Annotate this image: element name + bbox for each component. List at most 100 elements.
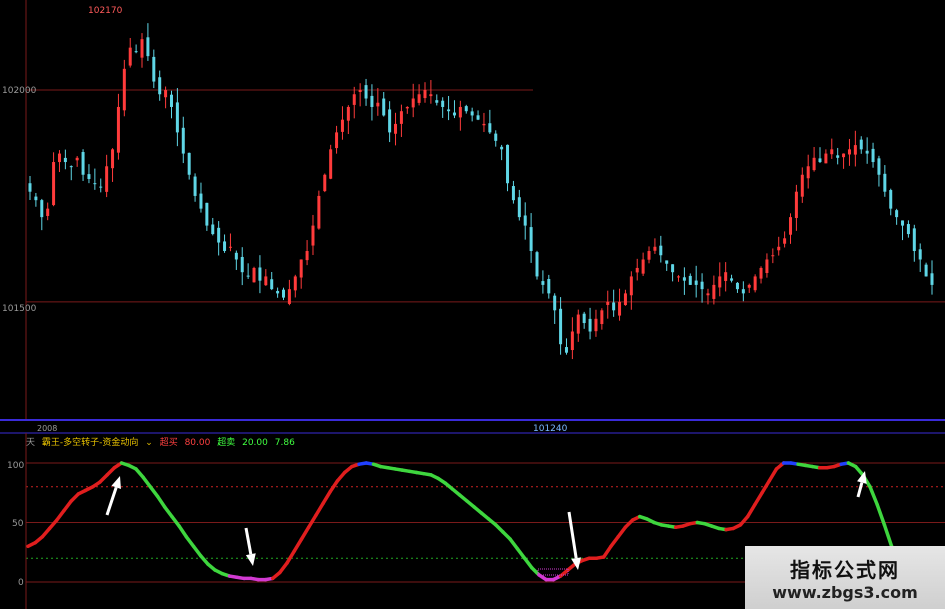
- candle-body: [452, 112, 456, 116]
- candle-body: [777, 246, 781, 251]
- candle-body: [600, 310, 604, 325]
- chevron-down-icon[interactable]: ⌄: [145, 438, 153, 448]
- candle-body: [164, 90, 168, 98]
- candle-body: [458, 106, 462, 118]
- candle-body: [618, 301, 622, 316]
- candle-body: [234, 252, 238, 260]
- candle-body: [358, 90, 362, 92]
- candle-body: [588, 318, 592, 332]
- candle-body: [63, 157, 67, 163]
- candle-body: [246, 275, 250, 277]
- indicator-segment: [616, 525, 628, 539]
- indicator-segment: [314, 501, 325, 518]
- date-label: 2008: [37, 424, 57, 433]
- indicator-segment: [760, 479, 772, 495]
- candle-body: [553, 295, 557, 311]
- indicator-segment: [170, 514, 181, 528]
- candle-body: [606, 301, 610, 305]
- candle-body: [122, 68, 126, 111]
- candle-body: [305, 251, 309, 261]
- candle-body: [105, 166, 109, 192]
- candle-body: [789, 217, 793, 235]
- indicator-segment: [601, 544, 613, 559]
- candle-body: [847, 149, 851, 155]
- candle-body: [523, 215, 527, 226]
- indicator-segment: [522, 556, 534, 570]
- candle-body: [464, 106, 468, 112]
- high-price-annotation: 102170: [88, 6, 123, 16]
- candle-body: [146, 37, 150, 57]
- candle-body: [747, 284, 751, 288]
- candle-body: [205, 202, 209, 226]
- candle-body: [293, 276, 297, 291]
- candle-body: [364, 85, 368, 99]
- indicator-segment: [299, 525, 311, 541]
- candle-body: [116, 106, 120, 153]
- signal-arrow-shaft: [567, 511, 578, 559]
- indicator-segment: [321, 489, 333, 506]
- candle-body: [376, 102, 380, 107]
- indicator-segment: [148, 485, 160, 499]
- candle-body: [564, 347, 568, 353]
- candle-body: [187, 152, 191, 175]
- candle-body: [594, 318, 598, 332]
- candle-body: [34, 196, 38, 201]
- candle-body: [111, 149, 115, 169]
- candle-body: [470, 111, 474, 116]
- candle-body: [447, 109, 451, 112]
- candle-body: [494, 133, 498, 141]
- candle-body: [706, 293, 710, 296]
- candle-body: [476, 115, 480, 120]
- candle-body: [629, 276, 633, 296]
- indicator-segment: [155, 494, 167, 509]
- candle-body: [87, 174, 91, 179]
- signal-arrow-shaft: [244, 527, 253, 555]
- candle-body: [877, 158, 881, 175]
- candle-body: [57, 153, 61, 163]
- candle-body: [193, 176, 197, 196]
- candle-body: [824, 153, 828, 164]
- candle-body: [511, 186, 515, 201]
- candle-body: [429, 94, 433, 97]
- candle-body: [69, 166, 73, 168]
- candle-body: [830, 149, 834, 155]
- indicator-segment: [745, 502, 757, 519]
- candle-body: [240, 256, 244, 273]
- indicator-header: 天 霸王-多空转子-资金动向 ⌄ 超买 80.00 超卖 20.00 7.86: [26, 435, 299, 448]
- candle-body: [871, 148, 875, 163]
- candle-body: [612, 302, 616, 311]
- period-tab[interactable]: 天: [26, 438, 35, 448]
- candle-body: [682, 277, 686, 281]
- candle-body: [671, 264, 675, 273]
- indicator-segment: [177, 524, 189, 539]
- price-gridlines: [25, 0, 945, 420]
- overbought-label: 超买: [159, 438, 178, 448]
- candle-body: [40, 200, 44, 218]
- candle-body: [181, 127, 185, 154]
- indicator-labels: 100 50 0: [7, 461, 24, 588]
- candle-body: [217, 227, 221, 243]
- candle-body: [895, 210, 899, 218]
- candle-body: [730, 278, 734, 281]
- candle-body: [52, 162, 56, 206]
- candle-body: [199, 193, 203, 209]
- candle-body: [535, 252, 539, 277]
- indicator-segment: [285, 549, 297, 565]
- candle-body: [81, 152, 85, 175]
- candle-body: [346, 106, 350, 121]
- candle-body: [317, 195, 321, 229]
- signal-arrow-shaft: [856, 482, 864, 498]
- candle-body: [270, 279, 274, 290]
- indicator-segment: [328, 479, 340, 494]
- candle-body: [735, 282, 739, 290]
- indicator-name[interactable]: 霸王-多空转子-资金动向: [42, 438, 139, 448]
- candle-body: [399, 111, 403, 124]
- candle-body: [134, 51, 138, 53]
- signal-arrow-head: [245, 553, 256, 566]
- candle-body: [405, 106, 409, 109]
- candle-body: [653, 246, 657, 251]
- indicator-segment: [609, 535, 620, 549]
- oversold-label: 超卖: [217, 438, 236, 448]
- candle-body: [859, 139, 863, 150]
- candle-body: [506, 144, 510, 184]
